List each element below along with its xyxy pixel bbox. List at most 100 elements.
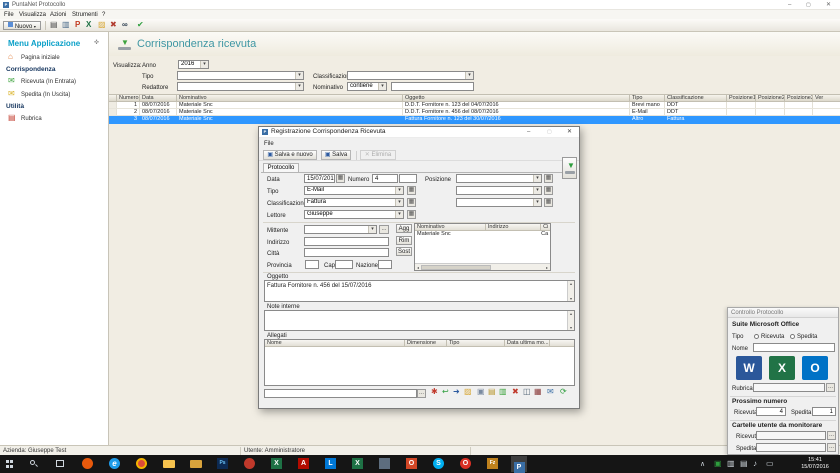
export-excel-icon[interactable]: X [86,21,91,29]
dialog-minimize-button[interactable]: – [527,128,530,136]
classificazione-select[interactable]: Fattura ▾ [304,198,404,207]
sidebar-item-ricevuta[interactable]: ✉ Ricevuta (In Entrata) [8,77,106,87]
oggetto-textarea[interactable]: Fattura Fornitore n. 456 del 15/07/2016 … [264,280,575,302]
taskbar-ie-icon[interactable]: e [109,458,120,469]
numero-input[interactable]: 4 [372,174,398,183]
taskbar-clock[interactable]: 15:41 15/07/2016 [793,457,837,471]
allegati-browse-button[interactable]: ... [417,389,426,398]
taskbar-app-red2-icon[interactable]: O [460,458,471,469]
mail-icon[interactable]: ✉ [547,388,554,396]
numero-suffix-input[interactable] [399,174,417,183]
taskbar-folder-icon[interactable] [190,460,202,468]
menu-file[interactable]: File [4,11,14,19]
grid-lookup-icon[interactable]: ▦ [407,198,416,207]
tipo-filter-select[interactable]: ▾ [177,71,304,80]
rim-button[interactable]: Rim [396,236,412,245]
add-icon[interactable]: ✱ [431,388,438,396]
classificazione-filter-select[interactable]: ▾ [347,71,474,80]
posizione3-select[interactable]: ▾ [456,198,542,207]
taskbar-chrome-icon[interactable] [136,458,147,469]
print-icon[interactable]: ▦ [534,388,542,396]
nominativo-filter-input[interactable] [391,82,474,91]
redattore-filter-select[interactable]: ▾ [177,82,304,91]
cu-spedita-input[interactable] [756,443,826,452]
mittente-combo[interactable]: ▾ [304,225,377,234]
sost-button[interactable]: Sost [396,247,412,256]
allegati-col-nome[interactable]: Nome [265,340,405,346]
print-icon[interactable]: ▤ [50,21,58,29]
tray-display-icon[interactable]: ▥ [727,459,735,468]
scroll-right-icon[interactable]: ▸ [544,265,550,270]
app-minimize-button[interactable]: – [788,1,791,9]
taskbar-photoshop-icon[interactable]: Ps [217,458,228,469]
sidebar-item-rubrica[interactable]: ▤ Rubrica [8,114,106,124]
nominativo-op-select[interactable]: contiene ▾ [347,82,387,91]
anno-select[interactable]: 2016 ▾ [178,60,209,69]
col-posizione3[interactable]: Posizione3 [785,95,813,101]
menu-azioni[interactable]: Azioni [50,11,66,19]
confirm-icon[interactable]: ✔ [137,21,144,29]
open-folder-icon[interactable]: ▨ [98,21,106,29]
delete-icon[interactable]: ✖ [110,21,117,29]
note-interne-textarea[interactable]: ▴ ▾ [264,310,575,331]
menu-visualizza[interactable]: Visualizza [19,11,46,19]
grid-lookup-icon[interactable]: ▦ [544,174,553,183]
ricevuta-radio-label[interactable]: Ricevuta [761,333,784,341]
app-close-button[interactable]: ✕ [826,1,831,9]
pn-spedita-input[interactable]: 1 [812,407,836,416]
scroll-up-icon[interactable]: ▴ [568,311,574,316]
grid-lookup-icon[interactable]: ▦ [544,186,553,195]
taskbar-puntanet-icon[interactable]: P [511,456,527,473]
scroll-down-icon[interactable]: ▾ [568,296,574,301]
find-icon[interactable]: ∞ [122,21,128,29]
copy-icon[interactable]: ▣ [477,388,485,396]
table-row[interactable]: 2 08/07/2016 Materiale Snc D.D.T. Fornit… [109,109,840,116]
citta-input[interactable] [304,248,389,257]
ricevuta-radio[interactable] [754,334,759,339]
nuovo-button[interactable]: Nuovo ▾ [3,21,41,30]
taskbar-lync-icon[interactable]: L [325,458,336,469]
tray-volume-icon[interactable]: ♪ [753,459,757,468]
taskbar-firefox-icon[interactable] [82,458,93,469]
cap-input[interactable] [335,260,353,269]
taskbar-excel2-icon[interactable]: X [352,458,363,469]
rubrica-browse-button[interactable]: ... [826,383,835,392]
cu-ricevuta-browse-button[interactable]: ... [827,431,836,440]
mittente-browse-button[interactable]: ... [379,225,389,234]
delete-icon[interactable]: ✖ [512,388,519,396]
rubrica-input[interactable] [753,383,825,392]
scroll-down-icon[interactable]: ▾ [568,325,574,330]
outlook-icon[interactable]: O [802,356,828,380]
mittente-col-indirizzo[interactable]: Indirizzo [486,224,542,230]
tipo-select[interactable]: E-Mail ▾ [304,186,404,195]
search-icon[interactable] [30,460,38,468]
dialog-close-button[interactable]: ✕ [567,128,572,136]
refresh-icon[interactable]: ⟳ [560,388,567,396]
tray-antivirus-icon[interactable]: ▣ [714,459,722,468]
menu-help[interactable]: ? [102,11,105,19]
mittente-col-nominativo[interactable]: Nominativo [415,224,486,230]
dialog-titlebar[interactable]: P Registrazione Corrispondenza Ricevuta … [259,127,579,138]
taskbar-app-red-icon[interactable] [244,458,255,469]
allegati-col-dimensione[interactable]: Dimensione [405,340,447,346]
grid-lookup-icon[interactable]: ▦ [407,186,416,195]
grid-lookup-icon[interactable]: ▦ [544,198,553,207]
export-icon[interactable]: ▥ [499,388,507,396]
paste-icon[interactable]: ▤ [488,388,496,396]
sidebar-item-pagina-iniziale[interactable]: ⌂ Pagina iniziale [8,53,106,63]
menu-strumenti[interactable]: Strumenti [72,11,98,19]
spedita-radio-label[interactable]: Spedita [797,333,817,341]
taskbar-skype-icon[interactable]: S [433,458,444,469]
data-input[interactable]: 15/07/2016 [304,174,335,183]
dialog-maximize-button[interactable]: ▢ [547,128,552,136]
salva-e-nuovo-button[interactable]: ▣ Salva e nuovo [263,150,317,160]
nazione-input[interactable] [378,260,392,269]
pn-ricevuta-input[interactable]: 4 [756,407,786,416]
preview-icon[interactable]: ◫ [523,388,531,396]
start-button[interactable] [6,460,14,468]
ricevi-button[interactable]: ▼ [562,157,577,179]
export-pdf-icon[interactable]: P [75,21,80,29]
taskbar-outlook-icon[interactable]: O [406,458,417,469]
col-tipo[interactable]: Tipo [630,95,665,101]
tray-action-center-icon[interactable]: ▭ [766,459,774,468]
